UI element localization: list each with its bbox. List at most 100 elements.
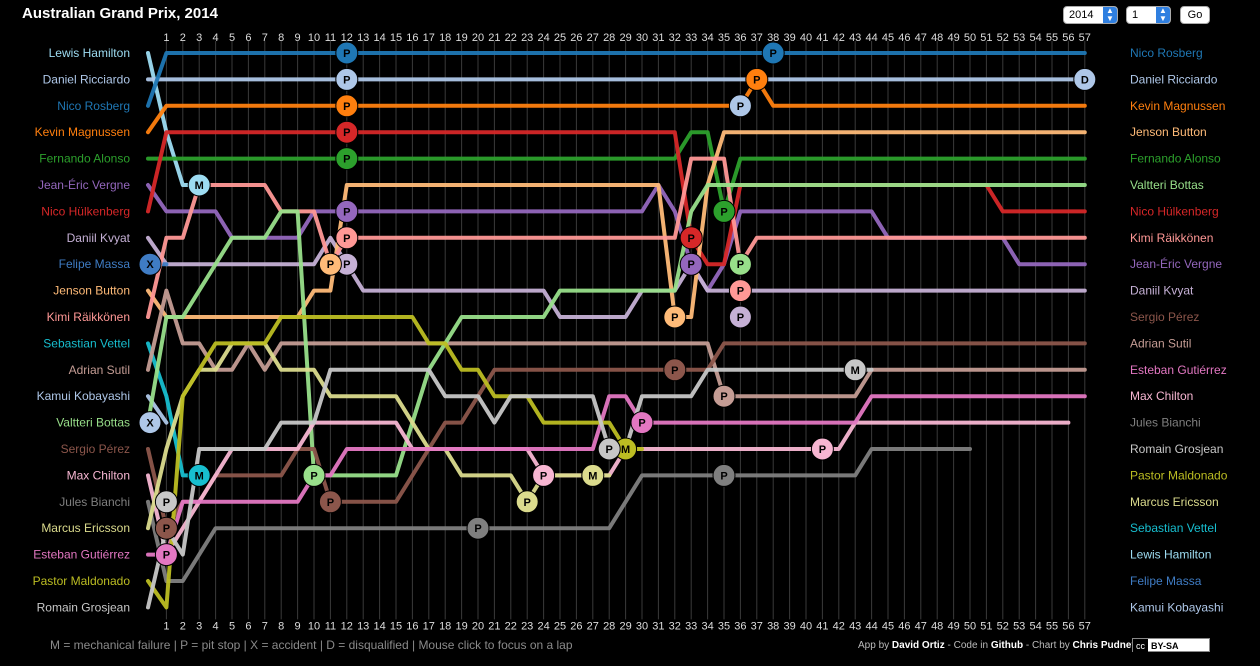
event-marker-label: P — [540, 470, 547, 482]
x-tick-label-bottom: 57 — [1079, 620, 1091, 632]
x-tick-label-bottom: 49 — [947, 620, 959, 632]
event-marker-label: M — [621, 444, 630, 456]
event-marker-label: P — [474, 523, 481, 535]
x-tick-label-top: 24 — [537, 32, 549, 44]
driver-label-start: Esteban Gutiérrez — [33, 548, 130, 562]
event-marker-label: P — [720, 206, 727, 218]
license-badge[interactable]: cc BY-SA — [1132, 638, 1210, 653]
event-marker-label: P — [606, 444, 613, 456]
event-marker-label: M — [195, 180, 204, 192]
x-tick-label-bottom: 47 — [915, 620, 927, 632]
x-tick-label-bottom: 27 — [587, 620, 599, 632]
x-tick-label-bottom: 14 — [373, 620, 385, 632]
event-marker-label: P — [327, 259, 334, 271]
driver-label-finish: Felipe Massa — [1130, 574, 1202, 588]
event-marker-label: P — [343, 154, 350, 166]
x-tick-label-top: 11 — [325, 32, 336, 44]
x-tick-label-top: 50 — [964, 32, 976, 44]
driver-label-finish: Fernando Alonso — [1130, 152, 1221, 166]
event-marker-label: P — [310, 470, 317, 482]
x-tick-label-bottom: 42 — [833, 620, 845, 632]
driver-label-finish: Max Chilton — [1130, 389, 1193, 403]
x-tick-label-top: 51 — [980, 32, 992, 44]
x-tick-label-top: 56 — [1062, 32, 1074, 44]
driver-label-start: Fernando Alonso — [39, 152, 130, 166]
event-marker-label: P — [688, 259, 695, 271]
x-tick-label-bottom: 31 — [652, 620, 664, 632]
legend-text: M = mechanical failure | P = pit stop | … — [50, 638, 573, 652]
x-tick-label-bottom: 3 — [196, 620, 202, 632]
x-tick-label-top: 40 — [800, 32, 812, 44]
driver-label-finish: Sebastian Vettel — [1130, 521, 1217, 535]
x-tick-label-bottom: 16 — [406, 620, 418, 632]
x-tick-label-bottom: 21 — [488, 620, 500, 632]
credits-app-by: App by — [858, 640, 892, 651]
credits-chart-by: - Chart by — [1023, 640, 1073, 651]
event-marker-label: P — [688, 233, 695, 245]
x-tick-label-bottom: 38 — [767, 620, 779, 632]
x-tick-label-top: 13 — [357, 32, 369, 44]
driver-label-finish: Marcus Ericsson — [1130, 495, 1219, 509]
series-line — [146, 394, 1087, 557]
x-tick-label-top: 36 — [734, 32, 746, 44]
chart-author-link[interactable]: Chris Pudney — [1073, 640, 1137, 651]
event-marker-label: P — [737, 312, 744, 324]
x-tick-label-top: 7 — [262, 32, 268, 44]
x-tick-label-top: 25 — [554, 32, 566, 44]
x-tick-label-top: 47 — [915, 32, 927, 44]
x-tick-label-bottom: 4 — [213, 620, 219, 632]
x-tick-label-bottom: 12 — [341, 620, 353, 632]
x-tick-label-top: 3 — [196, 32, 202, 44]
x-tick-label-top: 29 — [619, 32, 631, 44]
event-marker-label: P — [343, 48, 350, 60]
x-tick-label-top: 23 — [521, 32, 533, 44]
driver-label-finish: Kevin Magnussen — [1130, 99, 1225, 113]
x-tick-label-bottom: 24 — [537, 620, 549, 632]
x-tick-label-bottom: 32 — [669, 620, 681, 632]
author-link[interactable]: David Ortiz — [892, 640, 945, 651]
x-tick-label-bottom: 55 — [1046, 620, 1058, 632]
x-tick-label-bottom: 5 — [229, 620, 235, 632]
lap-chart[interactable]: 1122334455667788991010111112121313141415… — [0, 0, 1260, 666]
event-marker-label: M — [588, 470, 597, 482]
event-marker-label: P — [638, 418, 645, 430]
x-tick-label-bottom: 33 — [685, 620, 697, 632]
driver-label-finish: Sergio Pérez — [1130, 310, 1199, 324]
x-tick-label-bottom: 53 — [1013, 620, 1025, 632]
credits-code-in: - Code in — [944, 640, 991, 651]
driver-label-start: Daniil Kvyat — [67, 231, 131, 245]
series-line — [146, 77, 1087, 135]
credits: App by David Ortiz - Code in Github - Ch… — [858, 640, 1137, 651]
x-tick-label-bottom: 10 — [308, 620, 320, 632]
event-marker-label: D — [1081, 74, 1089, 86]
x-tick-label-top: 4 — [213, 32, 219, 44]
github-link[interactable]: Github — [991, 640, 1023, 651]
x-tick-label-top: 45 — [882, 32, 894, 44]
series-line — [146, 367, 874, 610]
x-tick-label-top: 30 — [636, 32, 648, 44]
driver-label-start: Jules Bianchi — [59, 495, 130, 509]
x-tick-label-top: 33 — [685, 32, 697, 44]
x-tick-label-top: 54 — [1029, 32, 1041, 44]
x-tick-label-bottom: 13 — [357, 620, 369, 632]
series-line — [146, 235, 1087, 319]
x-tick-label-bottom: 50 — [964, 620, 976, 632]
x-tick-label-bottom: 20 — [472, 620, 484, 632]
x-tick-label-top: 22 — [505, 32, 517, 44]
x-tick-label-top: 2 — [180, 32, 186, 44]
x-tick-label-bottom: 19 — [455, 620, 467, 632]
x-tick-label-top: 6 — [245, 32, 251, 44]
x-tick-label-top: 19 — [455, 32, 467, 44]
x-tick-label-bottom: 48 — [931, 620, 943, 632]
driver-label-start: Daniel Ricciardo — [43, 72, 131, 86]
x-tick-label-bottom: 26 — [570, 620, 582, 632]
x-tick-label-top: 21 — [488, 32, 500, 44]
driver-label-start: Jean-Éric Vergne — [38, 177, 130, 192]
x-tick-label-bottom: 51 — [980, 620, 992, 632]
x-tick-label-bottom: 6 — [245, 620, 251, 632]
event-marker-label: P — [720, 470, 727, 482]
x-tick-label-top: 18 — [439, 32, 451, 44]
driver-label-start: Lewis Hamilton — [49, 46, 130, 60]
event-marker-label: P — [343, 233, 350, 245]
driver-label-start: Felipe Massa — [59, 257, 131, 271]
